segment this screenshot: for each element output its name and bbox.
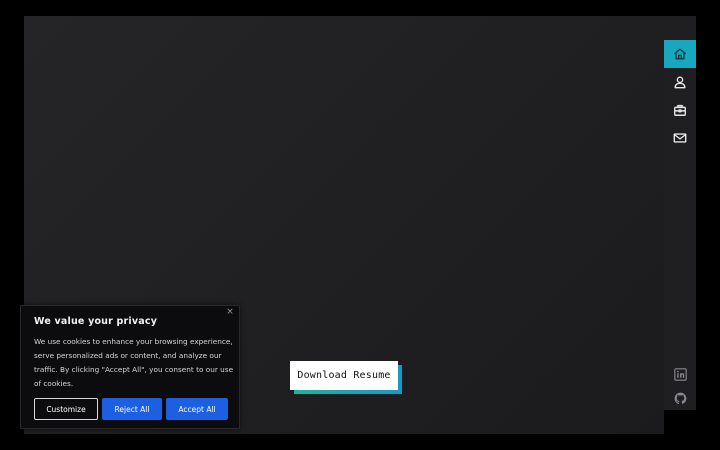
user-icon: [674, 76, 686, 89]
accept-all-button[interactable]: Accept All: [166, 398, 228, 420]
mail-icon: [673, 133, 687, 143]
linkedin-icon: [673, 367, 687, 381]
page: Download Resume × We value your privacy …: [0, 0, 720, 450]
cookie-consent-banner: × We value your privacy We use cookies t…: [20, 305, 240, 429]
customize-button[interactable]: Customize: [34, 398, 98, 420]
reject-all-button[interactable]: Reject All: [102, 398, 162, 420]
nav-item-contact[interactable]: [664, 124, 696, 152]
github-icon: [674, 392, 686, 404]
github-link[interactable]: [664, 386, 696, 410]
nav-item-home[interactable]: [664, 40, 696, 68]
nav-item-portfolio[interactable]: [664, 96, 696, 124]
cookie-description: We use cookies to enhance your browsing …: [34, 337, 234, 388]
close-icon[interactable]: ×: [225, 307, 235, 317]
download-resume-button[interactable]: Download Resume: [290, 361, 398, 390]
briefcase-icon: [674, 104, 686, 116]
cookie-title: We value your privacy: [34, 316, 158, 327]
linkedin-link[interactable]: [664, 362, 696, 386]
sidebar-nav: [664, 16, 696, 410]
nav-item-about[interactable]: [664, 68, 696, 96]
home-icon: [674, 48, 686, 60]
download-resume-wrapper: Download Resume: [290, 361, 402, 394]
